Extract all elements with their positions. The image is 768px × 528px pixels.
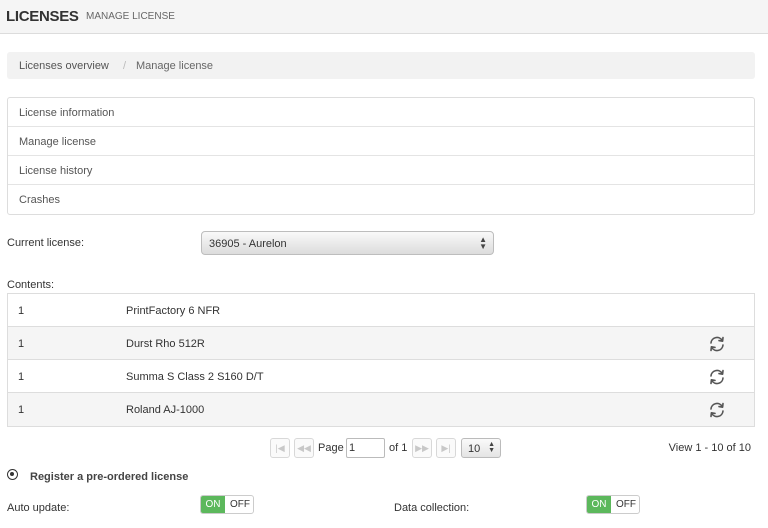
row-quantity: 1 xyxy=(18,404,25,416)
rows-per-page-value: 10 xyxy=(468,443,481,455)
table-row: 1 Roland AJ-1000 xyxy=(8,393,754,426)
auto-update-label: Auto update: xyxy=(7,502,70,514)
last-page-icon[interactable]: ▶| xyxy=(436,438,456,458)
auto-update-toggle[interactable]: ON OFF xyxy=(200,495,254,514)
nav-item-manage-license[interactable]: Manage license xyxy=(8,127,754,156)
refresh-icon[interactable] xyxy=(708,335,726,353)
row-product-name: Summa S Class 2 S160 D/T xyxy=(126,371,264,383)
nav-item-crashes[interactable]: Crashes xyxy=(8,185,754,214)
next-page-icon[interactable]: ▶▶ xyxy=(412,438,432,458)
nav-item-license-history[interactable]: License history xyxy=(8,156,754,185)
toggle-on-label: ON xyxy=(201,496,225,513)
breadcrumb-manage-license: Manage license xyxy=(136,60,214,72)
row-product-name: Roland AJ-1000 xyxy=(126,404,205,416)
page-label: Page xyxy=(318,442,344,454)
data-collection-label: Data collection: xyxy=(394,502,470,514)
table-row: 1 Summa S Class 2 S160 D/T xyxy=(8,360,754,393)
register-preordered-label: Register a pre-ordered license xyxy=(30,471,189,483)
nav-item-license-information[interactable]: License information xyxy=(8,98,754,127)
select-arrows-icon: ▲ ▼ xyxy=(488,441,495,454)
current-license-value: 36905 - Aurelon xyxy=(209,238,287,250)
first-page-icon[interactable]: |◀ xyxy=(270,438,290,458)
current-license-select[interactable]: 36905 - Aurelon ▲ ▼ xyxy=(201,231,494,255)
row-quantity: 1 xyxy=(18,338,25,350)
breadcrumb: Licenses overview / Manage license xyxy=(7,52,755,79)
row-quantity: 1 xyxy=(18,305,25,317)
table-row: 1 Durst Rho 512R xyxy=(8,327,754,360)
row-quantity: 1 xyxy=(18,371,25,383)
page-title: LICENSES xyxy=(6,8,79,25)
license-nav-list: License information Manage license Licen… xyxy=(7,97,755,215)
current-license-label: Current license: xyxy=(7,237,85,249)
contents-table: 1 PrintFactory 6 NFR 1 Durst Rho 512R 1 … xyxy=(7,293,755,427)
page-count-label: of 1 xyxy=(389,442,408,454)
table-row: 1 PrintFactory 6 NFR xyxy=(8,294,754,327)
toggle-off-label: OFF xyxy=(230,499,250,510)
rows-per-page-select[interactable]: 10 ▲ ▼ xyxy=(461,438,501,458)
row-product-name: PrintFactory 6 NFR xyxy=(126,305,221,317)
page-number-input[interactable]: 1 xyxy=(346,438,385,458)
view-range-label: View 1 - 10 of 10 xyxy=(668,442,751,454)
radio-circle-icon xyxy=(7,469,18,480)
toggle-on-label: ON xyxy=(587,496,611,513)
select-arrows-icon: ▲ ▼ xyxy=(479,235,487,251)
toggle-off-label: OFF xyxy=(616,499,636,510)
page-header: LICENSES MANAGE LICENSE xyxy=(0,0,768,34)
page-subtitle: MANAGE LICENSE xyxy=(86,11,175,22)
contents-label: Contents: xyxy=(7,279,55,291)
breadcrumb-licenses-overview[interactable]: Licenses overview xyxy=(19,60,109,72)
breadcrumb-separator: / xyxy=(123,60,127,72)
refresh-icon[interactable] xyxy=(708,368,726,386)
prev-page-icon[interactable]: ◀◀ xyxy=(294,438,314,458)
refresh-icon[interactable] xyxy=(708,401,726,419)
row-product-name: Durst Rho 512R xyxy=(126,338,205,350)
data-collection-toggle[interactable]: ON OFF xyxy=(586,495,640,514)
